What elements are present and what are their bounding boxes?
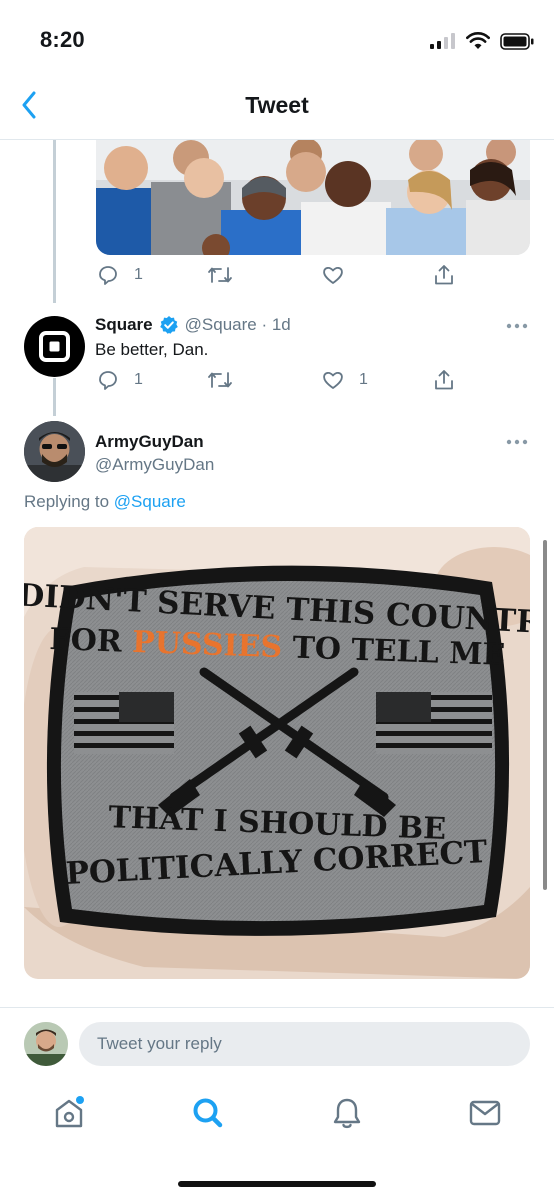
verified-icon — [159, 316, 178, 334]
square-tweet-actions: 1 1 — [96, 368, 516, 398]
replying-to-link[interactable]: @Square — [114, 492, 186, 511]
tab-notifications[interactable] — [327, 1093, 367, 1133]
flag-right — [376, 692, 492, 754]
more-button[interactable] — [502, 316, 532, 336]
share-button[interactable] — [432, 368, 456, 392]
tweet-age: 1d — [271, 315, 291, 334]
status-icons — [430, 30, 534, 52]
more-icon — [506, 439, 528, 445]
author-handle[interactable]: @ArmyGuyDan — [95, 455, 214, 475]
thread-line — [53, 378, 56, 416]
avatar-square[interactable] — [24, 316, 85, 377]
like-count: 1 — [359, 371, 368, 388]
reply-bar — [0, 1007, 554, 1079]
replying-prefix: Replying to — [24, 492, 114, 511]
more-button[interactable] — [502, 432, 532, 452]
reply-input[interactable] — [79, 1022, 530, 1066]
messages-icon — [469, 1100, 501, 1126]
header: Tweet — [0, 70, 554, 140]
notifications-icon — [333, 1098, 361, 1129]
page-title: Tweet — [245, 92, 309, 118]
replying-to: Replying to @Square — [24, 492, 186, 512]
home-icon — [55, 1096, 84, 1128]
tweet-image-patch[interactable]: I DIDN'T SERVE THIS COUNTRY FOR PUSSIES … — [24, 527, 530, 979]
thread-line — [53, 140, 56, 303]
author-name[interactable]: Square — [95, 315, 153, 335]
retweet-icon — [208, 267, 232, 283]
wifi-icon — [466, 32, 490, 49]
group-photo-illustration — [96, 140, 530, 255]
my-avatar-photo — [24, 1022, 68, 1066]
armyguydan-author-handle: @ArmyGuyDan — [95, 455, 214, 475]
square-logo-icon — [39, 331, 70, 362]
tweet-image-group-photo[interactable] — [96, 140, 530, 255]
parent-tweet-actions: 1 — [96, 263, 516, 293]
retweet-icon — [208, 372, 232, 388]
reply-count: 1 — [134, 371, 143, 388]
my-avatar[interactable] — [24, 1022, 68, 1066]
search-icon — [193, 1098, 223, 1128]
like-button[interactable] — [321, 263, 345, 287]
separator: · — [256, 315, 272, 334]
user-avatar-photo — [24, 421, 85, 482]
author-name[interactable]: ArmyGuyDan — [95, 432, 204, 452]
reply-button[interactable]: 1 — [96, 368, 143, 392]
share-button[interactable] — [432, 263, 456, 287]
reply-icon — [99, 266, 117, 285]
battery-icon — [500, 32, 534, 50]
patch-text-line2-b: PUSSIES — [132, 625, 283, 665]
reply-count: 1 — [134, 266, 143, 283]
patch-photo: I DIDN'T SERVE THIS COUNTRY FOR PUSSIES … — [24, 527, 530, 979]
status-bar: 8:20 — [0, 0, 554, 70]
cellular-signal-icon — [430, 33, 455, 49]
reply-button[interactable]: 1 — [96, 263, 143, 287]
share-icon — [435, 370, 453, 390]
share-icon — [435, 265, 453, 285]
author-handle[interactable]: @Square — [185, 315, 257, 335]
tab-home[interactable] — [49, 1093, 89, 1133]
patch-text-line2-a: FOR — [49, 622, 133, 660]
square-author-line: Square @Square · 1d — [95, 315, 291, 335]
scrollbar[interactable] — [543, 540, 547, 890]
home-indicator[interactable] — [178, 1181, 376, 1187]
tab-bar — [0, 1079, 554, 1159]
armyguydan-author-name: ArmyGuyDan — [95, 432, 204, 452]
tab-search[interactable] — [188, 1093, 228, 1133]
like-icon — [323, 372, 343, 389]
more-icon — [506, 323, 528, 329]
status-time: 8:20 — [40, 27, 85, 52]
retweet-button[interactable] — [206, 263, 234, 287]
like-icon — [323, 267, 343, 284]
retweet-button[interactable] — [206, 368, 234, 392]
flag-left — [74, 692, 174, 754]
like-button[interactable]: 1 — [321, 368, 368, 392]
tweet-text: Be better, Dan. — [95, 340, 209, 359]
reply-icon — [99, 371, 117, 390]
avatar-armyguydan[interactable] — [24, 421, 85, 482]
tab-messages[interactable] — [465, 1093, 505, 1133]
